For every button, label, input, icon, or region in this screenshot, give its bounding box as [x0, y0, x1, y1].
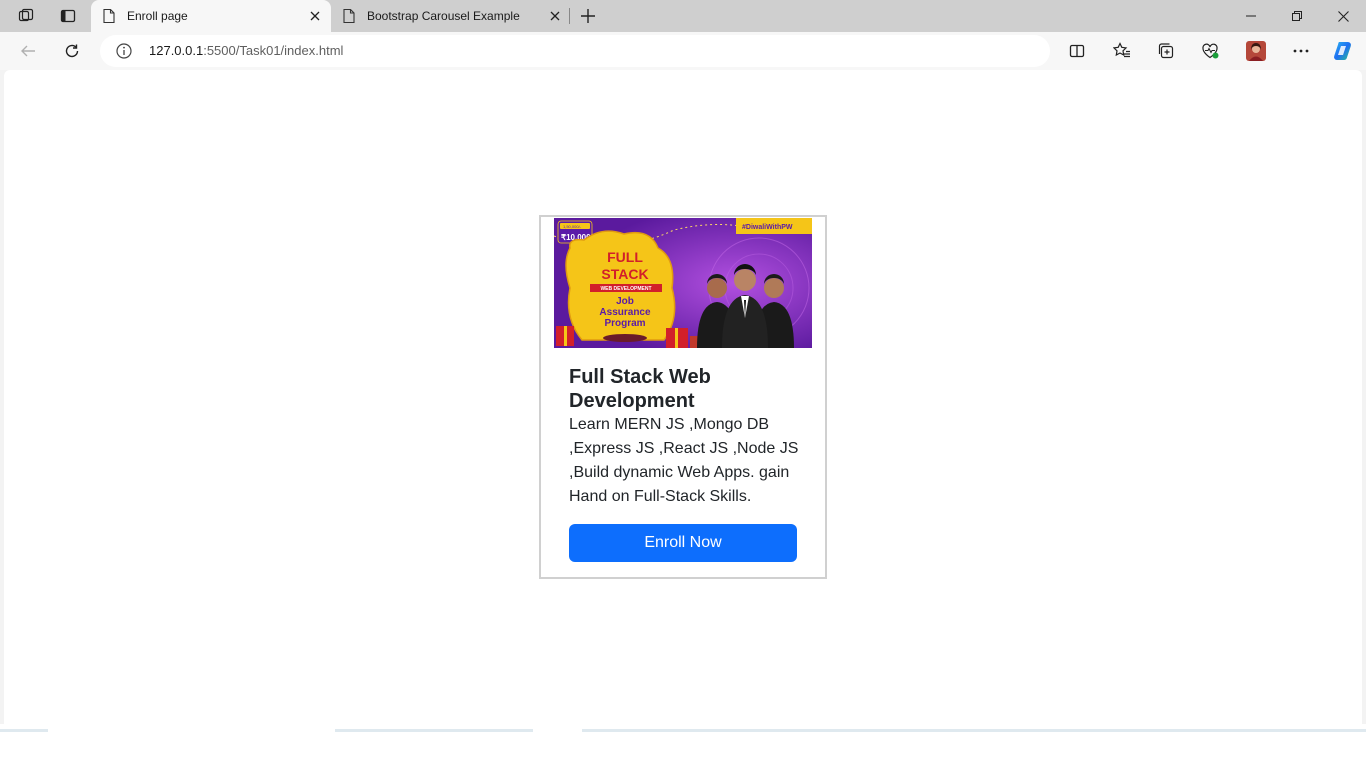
copilot-icon[interactable] — [1329, 37, 1357, 65]
banner-hashtag: #DiwaliWithPW — [742, 224, 793, 231]
banner-program-line2: Assurance — [599, 307, 651, 318]
enroll-now-button[interactable]: Enroll Now — [569, 524, 797, 562]
collections-icon[interactable] — [1152, 37, 1180, 65]
more-options-icon[interactable] — [1287, 37, 1315, 65]
tab-separator — [569, 8, 570, 24]
banner-title-line2: STACK — [601, 266, 648, 282]
tab-title: Enroll page — [127, 9, 188, 23]
url-host: 127.0.0.1 — [149, 43, 204, 58]
card-title: Full Stack Web Development — [569, 366, 711, 412]
favorites-icon[interactable] — [1108, 37, 1136, 65]
bottom-bar-segment — [582, 729, 1366, 732]
url-text: 127.0.0.1:5500/Task01/index.html — [149, 43, 343, 58]
banner-price-small: 1,50,000/- — [563, 224, 582, 229]
banner-artwork: #DiwaliWithPW 1,50,000/- ₹10,000/- FULL … — [554, 218, 812, 348]
close-window-icon[interactable] — [1320, 0, 1366, 32]
split-screen-icon[interactable] — [1063, 37, 1091, 65]
address-bar[interactable]: 127.0.0.1:5500/Task01/index.html — [100, 35, 1050, 67]
tab-actions-icon[interactable] — [48, 0, 88, 32]
browser-titlebar: Enroll page Bootstrap Carousel Example — [0, 0, 1366, 32]
new-tab-icon[interactable] — [576, 4, 600, 28]
banner-ribbon: WEB DEVELOPMENT — [600, 286, 651, 292]
close-tab-icon[interactable] — [547, 8, 563, 24]
refresh-icon[interactable] — [58, 37, 86, 65]
tab-title: Bootstrap Carousel Example — [367, 9, 520, 23]
tab-bootstrap-carousel[interactable]: Bootstrap Carousel Example — [331, 0, 571, 32]
minimize-icon[interactable] — [1228, 0, 1274, 32]
page-icon — [103, 9, 115, 23]
profile-avatar[interactable] — [1242, 37, 1270, 65]
close-tab-icon[interactable] — [307, 8, 323, 24]
course-banner-image: #DiwaliWithPW 1,50,000/- ₹10,000/- FULL … — [554, 218, 812, 348]
url-path: :5500/Task01/index.html — [203, 43, 344, 58]
site-info-icon[interactable] — [116, 43, 132, 59]
banner-program-line3: Program — [604, 318, 645, 329]
bottom-bar-segment — [0, 729, 48, 732]
banner-program-line1: Job — [616, 296, 634, 307]
course-card: #DiwaliWithPW 1,50,000/- ₹10,000/- FULL … — [539, 215, 827, 579]
card-description: Learn MERN JS ,Mongo DB ,Express JS ,Rea… — [569, 416, 799, 505]
banner-title-line1: FULL — [607, 249, 643, 265]
page-icon — [343, 9, 355, 23]
tab-enroll-page[interactable]: Enroll page — [91, 0, 331, 32]
bottom-bar-segment — [335, 729, 533, 732]
back-arrow-icon[interactable] — [14, 37, 42, 65]
workspaces-icon[interactable] — [6, 0, 46, 32]
browser-essentials-icon[interactable] — [1196, 37, 1224, 65]
presenters-illustration — [697, 264, 794, 348]
restore-icon[interactable] — [1274, 0, 1320, 32]
